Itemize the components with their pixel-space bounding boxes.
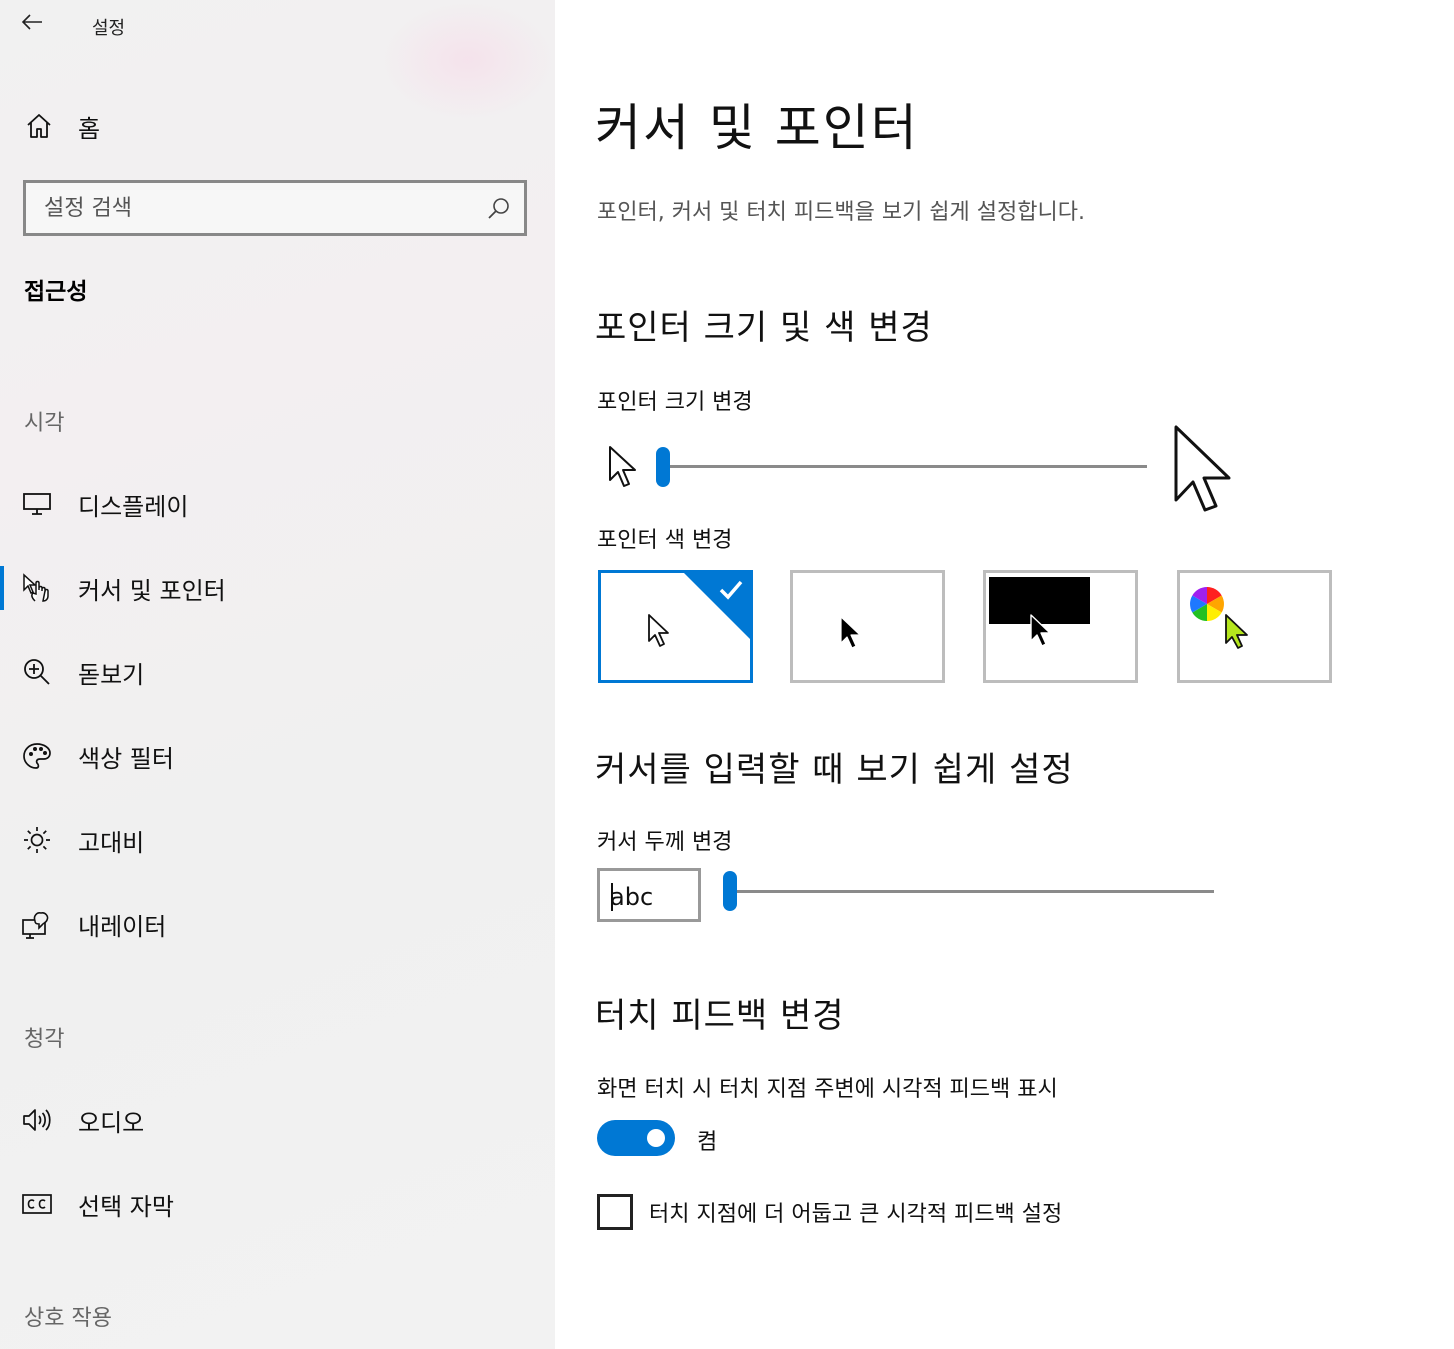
inverted-pointer-icon bbox=[1030, 614, 1051, 647]
darker-feedback-checkbox[interactable] bbox=[597, 1194, 633, 1230]
touch-feedback-toggle[interactable] bbox=[597, 1120, 675, 1156]
home-label: 홈 bbox=[78, 114, 101, 143]
cursor-preview-box: abc bbox=[597, 868, 701, 922]
sidebar-item-label: 선택 자막 bbox=[78, 1192, 174, 1221]
sidebar-item-narrator[interactable]: 내레이터 bbox=[0, 894, 555, 954]
sidebar-item-label: 커서 및 포인터 bbox=[78, 576, 226, 605]
title-bar: 설정 bbox=[0, 0, 555, 52]
cursor-hand-icon bbox=[20, 571, 54, 605]
speaker-icon bbox=[20, 1103, 54, 1137]
sidebar-item-color-filters[interactable]: 색상 필터 bbox=[0, 726, 555, 786]
section-title: 접근성 bbox=[24, 279, 88, 305]
closed-caption-icon bbox=[20, 1187, 54, 1221]
toggle-state-label: 켬 bbox=[697, 1130, 718, 1155]
main-content: 커서 및 포인터 포인터, 커서 및 터치 피드백을 보기 쉽게 설정합니다. … bbox=[555, 0, 1454, 1349]
sidebar-item-high-contrast[interactable]: 고대비 bbox=[0, 810, 555, 870]
group-label-hearing: 청각 bbox=[24, 1027, 65, 1052]
sidebar: 설정 홈 접근성 시각 디스플레이 bbox=[0, 0, 555, 1349]
group-label-interaction: 상호 작용 bbox=[24, 1306, 112, 1331]
sidebar-item-label: 디스플레이 bbox=[78, 492, 189, 521]
magnifier-icon bbox=[20, 655, 54, 689]
toggle-knob bbox=[647, 1129, 665, 1147]
page-description: 포인터, 커서 및 터치 피드백을 보기 쉽게 설정합니다. bbox=[597, 200, 1085, 225]
pointer-color-white-option[interactable] bbox=[598, 570, 753, 683]
color-wheel-icon bbox=[1190, 587, 1224, 621]
brightness-icon bbox=[20, 823, 54, 857]
text-caret bbox=[611, 883, 613, 911]
page-title: 커서 및 포인터 bbox=[595, 99, 919, 157]
search-input[interactable] bbox=[44, 195, 464, 221]
search-icon[interactable] bbox=[486, 196, 512, 222]
pointer-color-label: 포인터 색 변경 bbox=[597, 528, 733, 553]
pointer-size-slider-track[interactable] bbox=[663, 465, 1147, 468]
sidebar-item-label: 색상 필터 bbox=[78, 744, 174, 773]
custom-color-pointer-icon bbox=[1225, 614, 1248, 649]
home-nav-item[interactable]: 홈 bbox=[20, 104, 540, 148]
cursor-thickness-slider-thumb[interactable] bbox=[723, 871, 737, 911]
group-label-vision: 시각 bbox=[24, 411, 65, 436]
pointer-color-black-option[interactable] bbox=[790, 570, 945, 683]
sidebar-item-magnifier[interactable]: 돋보기 bbox=[0, 642, 555, 702]
settings-search-box[interactable] bbox=[23, 180, 527, 236]
sidebar-item-audio[interactable]: 오디오 bbox=[0, 1090, 555, 1150]
monitor-icon bbox=[20, 487, 54, 521]
cursor-thickness-label: 커서 두께 변경 bbox=[597, 830, 733, 855]
sidebar-item-display[interactable]: 디스플레이 bbox=[0, 474, 555, 534]
cursor-thickness-slider-track[interactable] bbox=[730, 890, 1214, 893]
app-title: 설정 bbox=[92, 18, 126, 39]
black-pointer-icon bbox=[840, 616, 861, 649]
back-arrow-icon bbox=[21, 14, 42, 30]
small-pointer-icon bbox=[609, 446, 636, 487]
back-button[interactable] bbox=[18, 8, 46, 36]
sidebar-item-label: 돋보기 bbox=[78, 660, 145, 689]
pointer-section-heading: 포인터 크기 및 색 변경 bbox=[595, 308, 933, 348]
palette-icon bbox=[20, 739, 54, 773]
white-pointer-icon bbox=[648, 614, 669, 647]
cursor-preview-text: abc bbox=[610, 883, 654, 911]
sidebar-item-label: 오디오 bbox=[78, 1108, 145, 1137]
pointer-size-label: 포인터 크기 변경 bbox=[597, 390, 753, 415]
pointer-color-inverted-option[interactable] bbox=[983, 570, 1138, 683]
sidebar-item-label: 고대비 bbox=[78, 828, 145, 857]
narrator-icon bbox=[20, 907, 54, 941]
cursor-section-heading: 커서를 입력할 때 보기 쉽게 설정 bbox=[595, 750, 1074, 790]
checkmark-icon bbox=[719, 580, 743, 600]
touch-feedback-label: 화면 터치 시 터치 지점 주변에 시각적 피드백 표시 bbox=[597, 1077, 1058, 1102]
sidebar-item-cursor-pointer[interactable]: 커서 및 포인터 bbox=[0, 558, 555, 618]
pointer-color-custom-option[interactable] bbox=[1177, 570, 1332, 683]
pointer-size-slider-thumb[interactable] bbox=[656, 447, 670, 487]
large-pointer-icon bbox=[1174, 425, 1231, 512]
sidebar-item-closed-captions[interactable]: 선택 자막 bbox=[0, 1174, 555, 1234]
touch-section-heading: 터치 피드백 변경 bbox=[595, 996, 845, 1036]
darker-feedback-label[interactable]: 터치 지점에 더 어둡고 큰 시각적 피드백 설정 bbox=[649, 1196, 1062, 1228]
home-icon bbox=[20, 107, 58, 145]
sidebar-item-label: 내레이터 bbox=[78, 912, 167, 941]
